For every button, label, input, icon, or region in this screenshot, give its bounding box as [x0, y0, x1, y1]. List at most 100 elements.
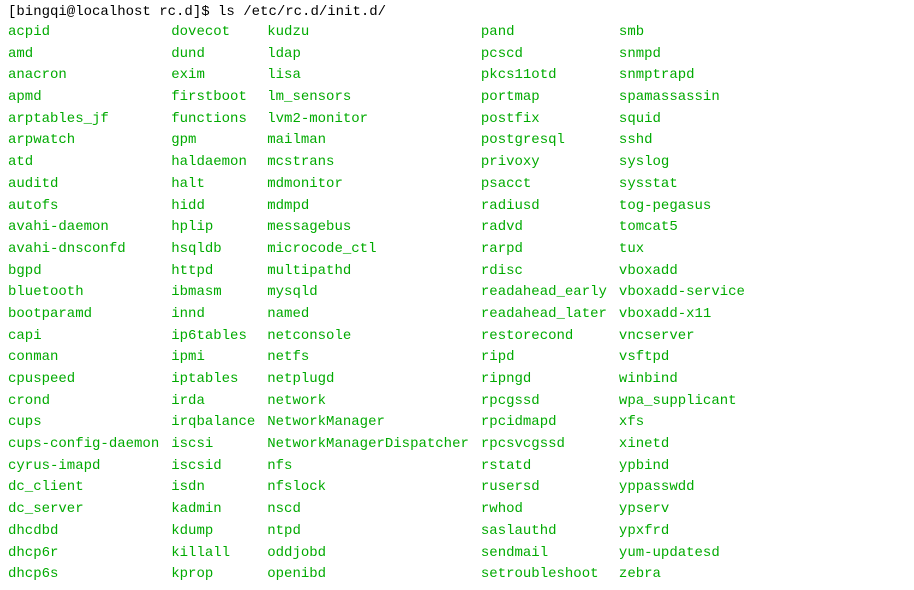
file-entry: readahead_later: [481, 304, 607, 326]
file-entry: network: [267, 391, 469, 413]
file-entry: cpuspeed: [8, 369, 159, 391]
file-entry: avahi-daemon: [8, 217, 159, 239]
file-entry: openibd: [267, 564, 469, 586]
file-entry: vboxadd: [619, 261, 745, 283]
file-entry: vsftpd: [619, 347, 745, 369]
file-entry: NetworkManagerDispatcher: [267, 434, 469, 456]
file-entry: lisa: [267, 65, 469, 87]
file-entry: postfix: [481, 109, 607, 131]
file-entry: mcstrans: [267, 152, 469, 174]
file-entry: dc_client: [8, 477, 159, 499]
file-entry: smb: [619, 22, 745, 44]
file-entry: kudzu: [267, 22, 469, 44]
file-entry: NetworkManager: [267, 412, 469, 434]
file-entry: exim: [171, 65, 255, 87]
file-entry: snmpd: [619, 44, 745, 66]
file-entry: hsqldb: [171, 239, 255, 261]
file-entry: privoxy: [481, 152, 607, 174]
file-entry: winbind: [619, 369, 745, 391]
listing-column-4: smbsnmpdsnmptrapdspamassassinsquidsshdsy…: [619, 22, 745, 586]
file-entry: conman: [8, 347, 159, 369]
file-entry: portmap: [481, 87, 607, 109]
file-entry: rstatd: [481, 456, 607, 478]
file-entry: microcode_ctl: [267, 239, 469, 261]
file-entry: ypbind: [619, 456, 745, 478]
file-entry: radiusd: [481, 196, 607, 218]
file-entry: named: [267, 304, 469, 326]
file-entry: innd: [171, 304, 255, 326]
file-entry: sendmail: [481, 543, 607, 565]
listing-column-0: acpidamdanacronapmdarptables_jfarpwatcha…: [8, 22, 159, 586]
file-entry: hplip: [171, 217, 255, 239]
file-entry: httpd: [171, 261, 255, 283]
file-entry: pand: [481, 22, 607, 44]
file-entry: iscsi: [171, 434, 255, 456]
file-entry: ntpd: [267, 521, 469, 543]
file-entry: lvm2-monitor: [267, 109, 469, 131]
file-entry: rdisc: [481, 261, 607, 283]
file-entry: dhcp6r: [8, 543, 159, 565]
file-entry: zebra: [619, 564, 745, 586]
file-entry: gpm: [171, 130, 255, 152]
file-entry: isdn: [171, 477, 255, 499]
file-entry: iscsid: [171, 456, 255, 478]
file-entry: pcscd: [481, 44, 607, 66]
file-entry: rpcsvcgssd: [481, 434, 607, 456]
file-entry: readahead_early: [481, 282, 607, 304]
file-entry: postgresql: [481, 130, 607, 152]
file-entry: acpid: [8, 22, 159, 44]
file-entry: amd: [8, 44, 159, 66]
file-entry: bgpd: [8, 261, 159, 283]
file-entry: ripngd: [481, 369, 607, 391]
file-entry: cups: [8, 412, 159, 434]
file-entry: sshd: [619, 130, 745, 152]
listing-column-3: pandpcscdpkcs11otdportmappostfixpostgres…: [481, 22, 607, 586]
file-entry: tux: [619, 239, 745, 261]
file-entry: spamassassin: [619, 87, 745, 109]
file-entry: irda: [171, 391, 255, 413]
file-entry: yppasswdd: [619, 477, 745, 499]
file-entry: rpcidmapd: [481, 412, 607, 434]
file-entry: setroubleshoot: [481, 564, 607, 586]
file-entry: bootparamd: [8, 304, 159, 326]
file-entry: ripd: [481, 347, 607, 369]
file-entry: tog-pegasus: [619, 196, 745, 218]
file-entry: rarpd: [481, 239, 607, 261]
file-entry: kdump: [171, 521, 255, 543]
file-entry: netfs: [267, 347, 469, 369]
file-entry: ldap: [267, 44, 469, 66]
shell-prompt: [bingqi@localhost rc.d]$ ls /etc/rc.d/in…: [8, 4, 906, 20]
file-entry: dc_server: [8, 499, 159, 521]
file-entry: irqbalance: [171, 412, 255, 434]
file-entry: saslauthd: [481, 521, 607, 543]
file-entry: netconsole: [267, 326, 469, 348]
file-entry: xfs: [619, 412, 745, 434]
file-entry: apmd: [8, 87, 159, 109]
file-entry: xinetd: [619, 434, 745, 456]
file-entry: arpwatch: [8, 130, 159, 152]
file-entry: mysqld: [267, 282, 469, 304]
file-entry: dovecot: [171, 22, 255, 44]
file-entry: pkcs11otd: [481, 65, 607, 87]
file-entry: firstboot: [171, 87, 255, 109]
file-entry: vboxadd-service: [619, 282, 745, 304]
file-entry: snmptrapd: [619, 65, 745, 87]
file-entry: restorecond: [481, 326, 607, 348]
file-entry: lm_sensors: [267, 87, 469, 109]
file-entry: squid: [619, 109, 745, 131]
file-entry: rusersd: [481, 477, 607, 499]
file-entry: mailman: [267, 130, 469, 152]
file-entry: ibmasm: [171, 282, 255, 304]
file-entry: nfs: [267, 456, 469, 478]
file-entry: nscd: [267, 499, 469, 521]
file-entry: avahi-dnsconfd: [8, 239, 159, 261]
file-entry: cyrus-imapd: [8, 456, 159, 478]
file-entry: auditd: [8, 174, 159, 196]
file-entry: mdmpd: [267, 196, 469, 218]
file-entry: bluetooth: [8, 282, 159, 304]
file-entry: nfslock: [267, 477, 469, 499]
file-entry: vncserver: [619, 326, 745, 348]
file-entry: vboxadd-x11: [619, 304, 745, 326]
file-entry: tomcat5: [619, 217, 745, 239]
file-entry: dhcdbd: [8, 521, 159, 543]
